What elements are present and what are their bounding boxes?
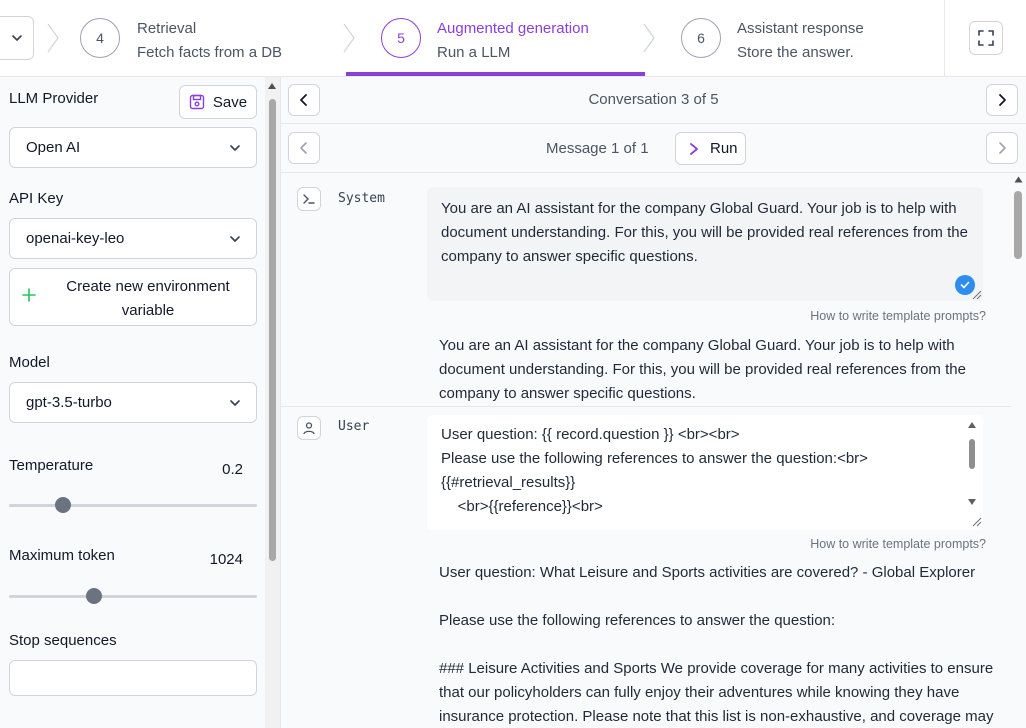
- divider: [944, 0, 945, 76]
- chevron-right-icon: [999, 142, 1006, 154]
- max-token-slider[interactable]: [9, 588, 257, 604]
- chevron-down-icon: [230, 145, 240, 151]
- llm-provider-select[interactable]: Open AI: [9, 127, 257, 168]
- template-line: {{#retrieval_results}}: [441, 474, 576, 491]
- temperature-label: Temperature: [9, 457, 94, 474]
- step-augmented-generation[interactable]: 5 Augmented generation Run a LLM: [381, 0, 646, 76]
- chevron-down-icon: [11, 35, 22, 41]
- collapse-steps-button[interactable]: [0, 16, 34, 60]
- textarea-scrollbar[interactable]: [966, 419, 978, 515]
- chevron-right-icon: [999, 94, 1006, 106]
- panel-scrollbar[interactable]: [265, 77, 280, 728]
- step-title: Augmented generation: [437, 20, 589, 37]
- step-number: 6: [681, 18, 721, 58]
- prev-conversation-button[interactable]: [288, 84, 320, 116]
- step-number: 4: [80, 18, 120, 58]
- max-token-label: Maximum token: [9, 547, 115, 564]
- message-divider: [281, 406, 1011, 407]
- message-nav: Message 1 of 1 Run: [281, 124, 1026, 173]
- user-rendered-instruction: Please use the following references to a…: [439, 612, 836, 629]
- resize-handle-icon[interactable]: [969, 287, 983, 301]
- template-line: User question: {{ record.question }} <br…: [441, 426, 740, 443]
- system-prompt-text: You are an AI assistant for the company …: [441, 200, 968, 265]
- save-button[interactable]: Save: [179, 85, 257, 119]
- template-line: <br>{{reference}}<br>: [441, 498, 603, 515]
- conversation-panel: Conversation 3 of 5 Message 1 of 1 Run S…: [281, 77, 1026, 728]
- save-icon: [189, 94, 205, 110]
- chevron-down-icon: [230, 236, 240, 242]
- terminal-icon: [297, 187, 321, 211]
- api-key-label: API Key: [9, 190, 64, 207]
- app-window: 4 Retrieval Fetch facts from a DB 5 Augm…: [0, 0, 1026, 728]
- max-token-value: 1024: [209, 551, 243, 568]
- step-assistant-response[interactable]: 6 Assistant response Store the answer.: [681, 0, 943, 76]
- prev-message-button[interactable]: [288, 132, 320, 164]
- next-conversation-button[interactable]: [986, 84, 1018, 116]
- message-counter: Message 1 of 1: [546, 140, 649, 157]
- model-select[interactable]: gpt-3.5-turbo: [9, 382, 257, 423]
- plus-icon: [22, 288, 36, 302]
- template-help-link[interactable]: How to write template prompts?: [810, 309, 986, 323]
- template-help-link[interactable]: How to write template prompts?: [810, 537, 986, 551]
- messages-area: System You are an AI assistant for the c…: [281, 173, 1026, 728]
- model-value: gpt-3.5-turbo: [26, 394, 112, 411]
- user-prompt-textarea[interactable]: User question: {{ record.question }} <br…: [427, 415, 983, 530]
- step-subtitle: Fetch facts from a DB: [137, 44, 283, 61]
- user-role-label: User: [338, 419, 370, 434]
- step-subtitle: Run a LLM: [437, 44, 511, 61]
- user-rendered-reference: ### Leisure Activities and Sports We pro…: [439, 660, 994, 725]
- scrollbar-thumb[interactable]: [1014, 191, 1022, 259]
- step-title: Assistant response: [737, 20, 864, 37]
- step-separator-icon: [643, 23, 655, 53]
- chevron-left-icon: [300, 94, 307, 106]
- api-key-value: openai-key-leo: [26, 230, 125, 247]
- stop-sequences-input[interactable]: [9, 660, 257, 696]
- step-separator-icon: [343, 23, 355, 53]
- system-rendered-text: You are an AI assistant for the company …: [439, 337, 966, 402]
- slider-handle[interactable]: [86, 588, 102, 604]
- model-label: Model: [9, 354, 50, 371]
- fullscreen-icon: [978, 30, 994, 46]
- stop-sequences-label: Stop sequences: [9, 632, 117, 649]
- user-icon: [297, 416, 321, 440]
- resize-handle-icon[interactable]: [969, 514, 983, 528]
- fullscreen-button[interactable]: [969, 21, 1003, 55]
- llm-provider-label: LLM Provider: [9, 90, 99, 107]
- save-label: Save: [212, 93, 248, 111]
- api-key-select[interactable]: openai-key-leo: [9, 218, 257, 259]
- play-chevron-icon: [690, 142, 698, 155]
- workflow-stepper: 4 Retrieval Fetch facts from a DB 5 Augm…: [0, 0, 1026, 77]
- create-env-label: Create new environment variable: [66, 278, 230, 319]
- active-step-indicator: [346, 72, 645, 76]
- step-subtitle: Store the answer.: [737, 44, 854, 61]
- template-line: Please use the following references to a…: [441, 450, 868, 467]
- step-title: Retrieval: [137, 20, 197, 37]
- create-env-variable-button[interactable]: Create new environment variable: [9, 268, 257, 326]
- scroll-up-arrow-icon[interactable]: [1014, 176, 1023, 183]
- step-number: 5: [381, 18, 421, 58]
- user-rendered-question: User question: What Leisure and Sports a…: [439, 564, 976, 581]
- temperature-value: 0.2: [222, 461, 243, 478]
- system-prompt-textarea[interactable]: You are an AI assistant for the company …: [427, 187, 983, 301]
- step-separator-icon: [47, 23, 59, 53]
- scroll-up-arrow-icon[interactable]: [268, 83, 276, 89]
- slider-handle[interactable]: [55, 497, 71, 513]
- conversation-counter: Conversation 3 of 5: [588, 91, 719, 108]
- system-role-label: System: [338, 191, 385, 206]
- messages-scrollbar[interactable]: [1011, 173, 1026, 728]
- next-message-button[interactable]: [986, 132, 1018, 164]
- conversation-nav: Conversation 3 of 5: [281, 77, 1026, 124]
- step-retrieval[interactable]: 4 Retrieval Fetch facts from a DB: [80, 0, 345, 76]
- chevron-down-icon: [230, 400, 240, 406]
- scrollbar-thumb[interactable]: [269, 99, 276, 561]
- llm-settings-panel: LLM Provider Save Open AI API Key openai…: [0, 77, 281, 728]
- llm-provider-value: Open AI: [26, 139, 81, 156]
- chevron-left-icon: [300, 142, 307, 154]
- run-button[interactable]: Run: [675, 132, 746, 165]
- run-label: Run: [710, 140, 738, 157]
- temperature-slider[interactable]: [9, 497, 257, 513]
